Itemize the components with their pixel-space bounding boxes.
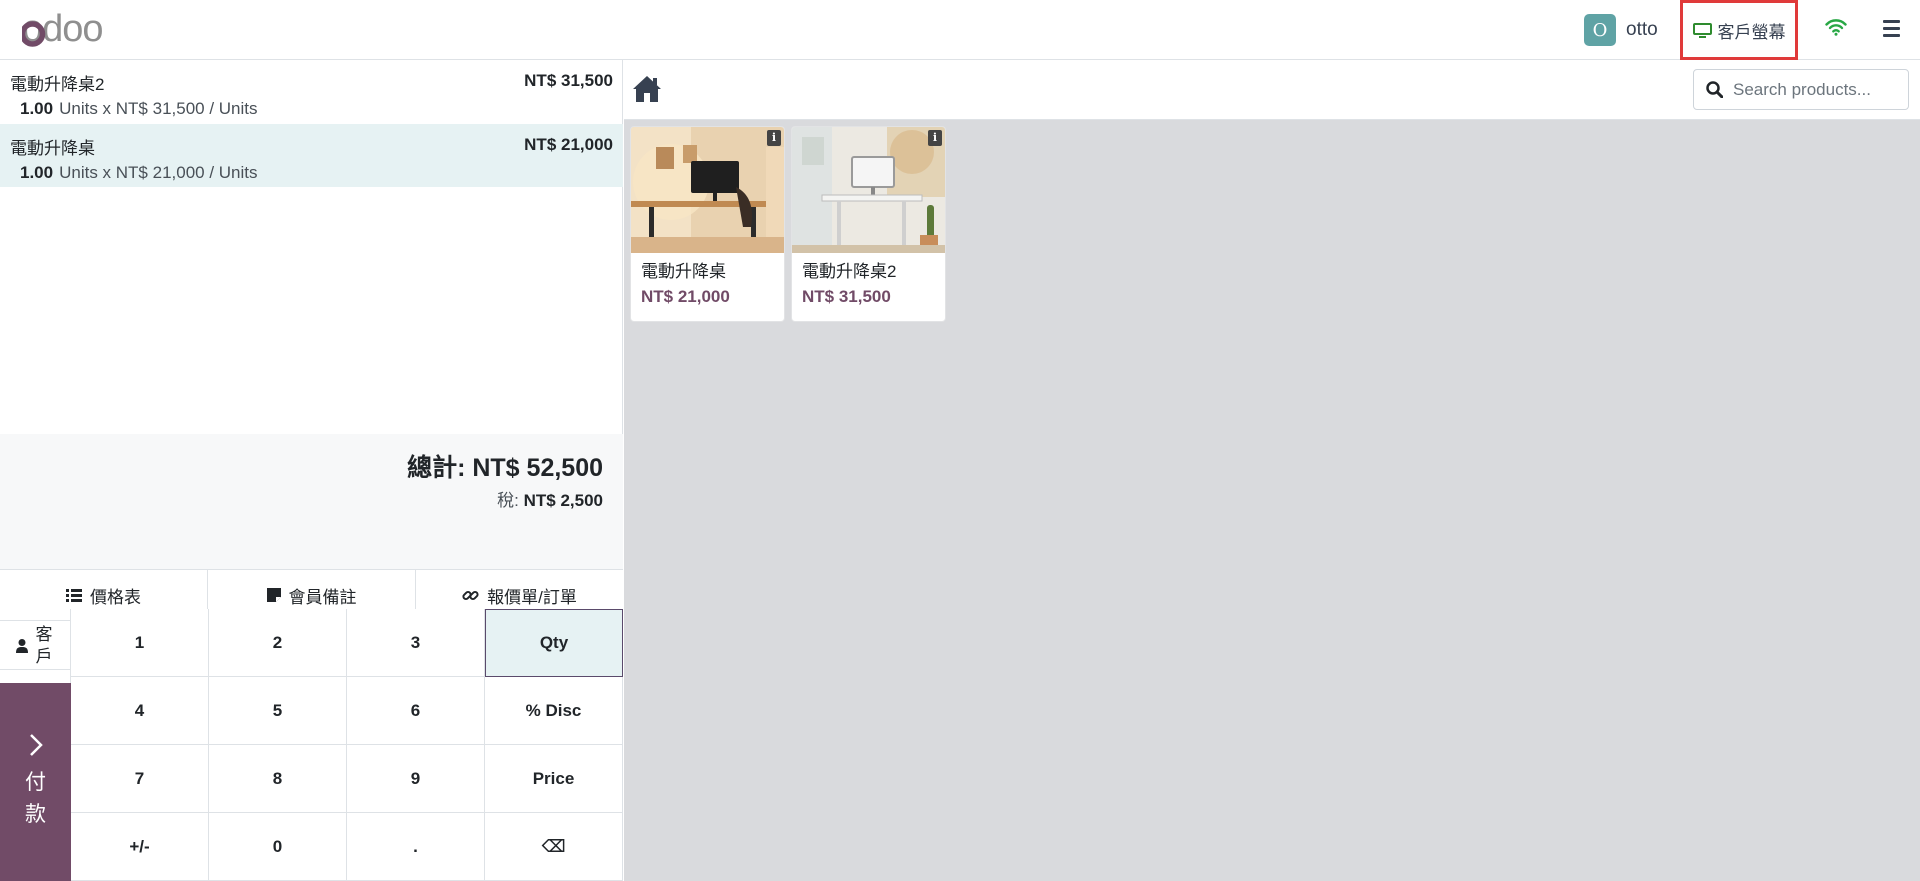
total-value: NT$ 52,500 xyxy=(472,454,603,482)
order-line-name: 電動升降桌2 xyxy=(10,75,105,94)
numpad-mode-qty[interactable]: Qty xyxy=(485,609,623,677)
order-summary: 總計: NT$ 52,500 稅: NT$ 2,500 xyxy=(0,434,623,570)
numpad-key-0[interactable]: 0 xyxy=(209,813,347,881)
numpad-key-6[interactable]: 6 xyxy=(347,677,485,745)
numpad-key-4[interactable]: 4 xyxy=(71,677,209,745)
product-card[interactable]: i 電動升降桌2 NT$ 31,500 xyxy=(791,126,946,322)
order-line-qty: 1.00 xyxy=(20,163,54,182)
order-line-name: 電動升降桌 xyxy=(10,139,95,158)
numpad: 1 2 3 Qty 4 5 6 % Disc 7 8 9 Price +/- 0… xyxy=(71,609,623,881)
quotation-order-label: 報價單/訂單 xyxy=(487,587,577,607)
link-icon xyxy=(462,590,479,600)
order-line[interactable]: 電動升降桌2 NT$ 31,500 1.00 Units x NT$ 31,500… xyxy=(0,60,623,123)
order-line-unit-info: Units x NT$ 31,500 / Units xyxy=(59,99,258,118)
numpad-key-decimal[interactable]: . xyxy=(347,813,485,881)
customer-display-label: 客戶螢幕 xyxy=(1717,22,1786,42)
odoo-logo: odoo xyxy=(22,12,104,48)
home-icon[interactable] xyxy=(631,74,663,104)
search-icon xyxy=(1706,81,1723,98)
numpad-key-plus-minus[interactable]: +/- xyxy=(71,813,209,881)
product-card[interactable]: i 電動升降桌 NT$ 21,000 xyxy=(630,126,785,322)
order-line-price: NT$ 31,500 xyxy=(524,71,613,90)
numpad-mode-price[interactable]: Price xyxy=(485,745,623,813)
numpad-key-5[interactable]: 5 xyxy=(209,677,347,745)
numpad-key-3[interactable]: 3 xyxy=(347,609,485,677)
order-total: 總計: NT$ 52,500 xyxy=(407,448,603,484)
product-info-icon[interactable]: i xyxy=(767,130,781,146)
order-line-qty: 1.00 xyxy=(20,99,54,118)
order-tax: 稅: NT$ 2,500 xyxy=(497,486,603,511)
order-line-info: 1.00 Units x NT$ 21,000 / Units xyxy=(10,163,613,183)
product-price: NT$ 21,000 xyxy=(641,287,730,306)
numpad-key-2[interactable]: 2 xyxy=(209,609,347,677)
note-icon xyxy=(266,588,281,602)
top-navbar: odoo O otto 客戶螢幕 xyxy=(0,0,1920,60)
numpad-key-8[interactable]: 8 xyxy=(209,745,347,813)
customer-button[interactable]: 客戶 xyxy=(0,609,71,683)
user-avatar: O xyxy=(1584,14,1616,46)
chevron-right-icon xyxy=(29,734,43,756)
tax-value: NT$ 2,500 xyxy=(523,491,603,510)
product-header xyxy=(624,60,1920,120)
user-menu[interactable]: O otto xyxy=(1584,14,1658,46)
order-line-info: 1.00 Units x NT$ 31,500 / Units xyxy=(10,99,613,119)
product-name: 電動升降桌2 xyxy=(802,262,897,281)
customer-label: 客戶 xyxy=(35,625,53,666)
customer-note-label: 會員備註 xyxy=(288,587,357,607)
monitor-icon xyxy=(1692,22,1712,38)
product-name: 電動升降桌 xyxy=(641,262,726,281)
user-icon xyxy=(16,639,28,653)
pricelist-label: 價格表 xyxy=(90,587,141,607)
numpad-key-7[interactable]: 7 xyxy=(71,745,209,813)
user-name: otto xyxy=(1626,19,1658,40)
numpad-key-backspace[interactable]: ⌫ xyxy=(485,813,623,881)
order-panel: 電動升降桌2 NT$ 31,500 1.00 Units x NT$ 31,500… xyxy=(0,60,623,881)
search-input[interactable] xyxy=(1733,79,1898,100)
payment-label: 付款 xyxy=(25,771,46,826)
product-image xyxy=(792,127,945,253)
order-line-unit-info: Units x NT$ 21,000 / Units xyxy=(59,163,258,182)
hamburger-menu-icon[interactable] xyxy=(1883,20,1900,41)
numpad-key-1[interactable]: 1 xyxy=(71,609,209,677)
product-price: NT$ 31,500 xyxy=(802,287,891,306)
product-screen: i 電動升降桌 NT$ 21,000 i 電動升降桌2 NT$ 31,500 xyxy=(624,60,1920,881)
numpad-mode-discount[interactable]: % Disc xyxy=(485,677,623,745)
customer-display-button[interactable]: 客戶螢幕 xyxy=(1680,0,1798,60)
payment-button[interactable]: 付款 xyxy=(0,683,71,881)
tax-label: 稅: xyxy=(497,491,519,510)
product-info-icon[interactable]: i xyxy=(928,130,942,146)
order-line-price: NT$ 21,000 xyxy=(524,135,613,154)
total-label: 總計: xyxy=(407,454,466,482)
numpad-key-9[interactable]: 9 xyxy=(347,745,485,813)
product-image xyxy=(631,127,784,253)
list-icon xyxy=(66,588,82,602)
wifi-icon[interactable] xyxy=(1825,18,1847,36)
product-search[interactable] xyxy=(1693,69,1909,110)
order-line-selected[interactable]: 電動升降桌 NT$ 21,000 1.00 Units x NT$ 21,000 … xyxy=(0,124,623,187)
